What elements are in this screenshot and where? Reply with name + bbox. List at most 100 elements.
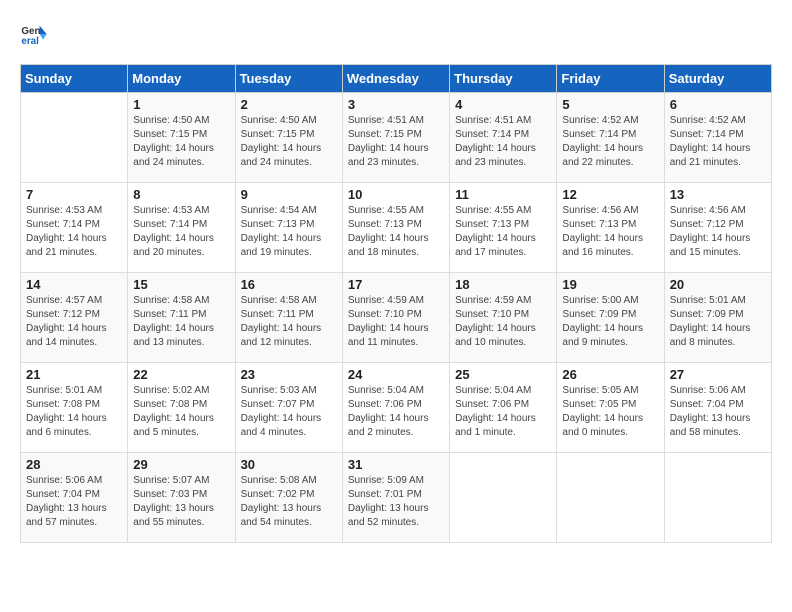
calendar-cell: 4Sunrise: 4:51 AM Sunset: 7:14 PM Daylig… xyxy=(450,93,557,183)
day-number: 5 xyxy=(562,97,658,112)
day-number: 16 xyxy=(241,277,337,292)
day-info: Sunrise: 5:08 AM Sunset: 7:02 PM Dayligh… xyxy=(241,474,337,530)
calendar-cell: 1 Sunrise: 4:50 AM Sunset: 7:15 PM Daylig… xyxy=(128,93,235,183)
calendar-week-row: 28 Sunrise: 5:06 AM Sunset: 7:04 PM Dayli… xyxy=(21,453,772,543)
page-header: Gen eral xyxy=(20,20,772,48)
day-number: 24 xyxy=(348,367,444,382)
day-info: Sunrise: 4:56 AM Sunset: 7:12 PM Dayligh… xyxy=(670,204,766,260)
calendar-cell xyxy=(450,453,557,543)
day-number: 8 xyxy=(133,187,229,202)
day-of-week-header: Wednesday xyxy=(342,65,449,93)
day-info: Sunrise: 5:09 AM Sunset: 7:01 PM Dayligh… xyxy=(348,474,444,530)
calendar-cell: 14 Sunrise: 4:57 AM Sunset: 7:12 PM Dayli… xyxy=(21,273,128,363)
day-number: 31 xyxy=(348,457,444,472)
day-number: 26 xyxy=(562,367,658,382)
calendar-cell xyxy=(21,93,128,183)
day-number: 6 xyxy=(670,97,766,112)
calendar-cell: 12 Sunrise: 4:56 AM Sunset: 7:13 PM Dayli… xyxy=(557,183,664,273)
day-info: Sunrise: 5:01 AM Sunset: 7:09 PM Dayligh… xyxy=(670,294,766,350)
day-number: 3 xyxy=(348,97,444,112)
day-info: Sunrise: 4:51 AM Sunset: 7:15 PM Dayligh… xyxy=(348,114,444,170)
day-number: 15 xyxy=(133,277,229,292)
day-info: Sunrise: 5:03 AM Sunset: 7:07 PM Dayligh… xyxy=(241,384,337,440)
calendar-cell: 26 Sunrise: 5:05 AM Sunset: 7:05 PM Dayli… xyxy=(557,363,664,453)
day-info: Sunrise: 4:53 AM Sunset: 7:14 PM Dayligh… xyxy=(133,204,229,260)
calendar-cell: 30 Sunrise: 5:08 AM Sunset: 7:02 PM Dayli… xyxy=(235,453,342,543)
days-header-row: SundayMondayTuesdayWednesdayThursdayFrid… xyxy=(21,65,772,93)
calendar-week-row: 7 Sunrise: 4:53 AM Sunset: 7:14 PM Daylig… xyxy=(21,183,772,273)
day-info: Sunrise: 4:54 AM Sunset: 7:13 PM Dayligh… xyxy=(241,204,337,260)
day-info: Sunrise: 5:06 AM Sunset: 7:04 PM Dayligh… xyxy=(670,384,766,440)
day-info: Sunrise: 4:55 AM Sunset: 7:13 PM Dayligh… xyxy=(348,204,444,260)
day-info: Sunrise: 4:59 AM Sunset: 7:10 PM Dayligh… xyxy=(348,294,444,350)
day-number: 21 xyxy=(26,367,122,382)
calendar-cell: 10 Sunrise: 4:55 AM Sunset: 7:13 PM Dayli… xyxy=(342,183,449,273)
day-info: Sunrise: 5:01 AM Sunset: 7:08 PM Dayligh… xyxy=(26,384,122,440)
calendar-cell: 28 Sunrise: 5:06 AM Sunset: 7:04 PM Dayli… xyxy=(21,453,128,543)
day-info: Sunrise: 4:56 AM Sunset: 7:13 PM Dayligh… xyxy=(562,204,658,260)
calendar-cell: 8 Sunrise: 4:53 AM Sunset: 7:14 PM Daylig… xyxy=(128,183,235,273)
day-number: 27 xyxy=(670,367,766,382)
calendar-cell: 3 Sunrise: 4:51 AM Sunset: 7:15 PM Daylig… xyxy=(342,93,449,183)
calendar-cell: 6 Sunrise: 4:52 AM Sunset: 7:14 PM Daylig… xyxy=(664,93,771,183)
calendar-cell: 22 Sunrise: 5:02 AM Sunset: 7:08 PM Dayli… xyxy=(128,363,235,453)
calendar-week-row: 21 Sunrise: 5:01 AM Sunset: 7:08 PM Dayli… xyxy=(21,363,772,453)
calendar-cell: 29Sunrise: 5:07 AM Sunset: 7:03 PM Dayli… xyxy=(128,453,235,543)
calendar-cell: 20Sunrise: 5:01 AM Sunset: 7:09 PM Dayli… xyxy=(664,273,771,363)
day-of-week-header: Monday xyxy=(128,65,235,93)
day-number: 2 xyxy=(241,97,337,112)
day-number: 22 xyxy=(133,367,229,382)
day-info: Sunrise: 5:04 AM Sunset: 7:06 PM Dayligh… xyxy=(455,384,551,440)
calendar-cell: 15 Sunrise: 4:58 AM Sunset: 7:11 PM Dayli… xyxy=(128,273,235,363)
day-info: Sunrise: 4:52 AM Sunset: 7:14 PM Dayligh… xyxy=(562,114,658,170)
calendar-week-row: 1 Sunrise: 4:50 AM Sunset: 7:15 PM Daylig… xyxy=(21,93,772,183)
day-number: 18 xyxy=(455,277,551,292)
calendar-cell: 18Sunrise: 4:59 AM Sunset: 7:10 PM Dayli… xyxy=(450,273,557,363)
day-info: Sunrise: 5:06 AM Sunset: 7:04 PM Dayligh… xyxy=(26,474,122,530)
calendar-cell: 24Sunrise: 5:04 AM Sunset: 7:06 PM Dayli… xyxy=(342,363,449,453)
calendar-cell: 21 Sunrise: 5:01 AM Sunset: 7:08 PM Dayli… xyxy=(21,363,128,453)
day-of-week-header: Tuesday xyxy=(235,65,342,93)
svg-text:eral: eral xyxy=(21,36,39,47)
day-info: Sunrise: 4:58 AM Sunset: 7:11 PM Dayligh… xyxy=(241,294,337,350)
logo: Gen eral xyxy=(20,20,52,48)
calendar-cell: 17 Sunrise: 4:59 AM Sunset: 7:10 PM Dayli… xyxy=(342,273,449,363)
calendar-cell xyxy=(557,453,664,543)
calendar-cell: 13 Sunrise: 4:56 AM Sunset: 7:12 PM Dayli… xyxy=(664,183,771,273)
day-info: Sunrise: 4:57 AM Sunset: 7:12 PM Dayligh… xyxy=(26,294,122,350)
calendar-table: SundayMondayTuesdayWednesdayThursdayFrid… xyxy=(20,64,772,543)
day-info: Sunrise: 5:05 AM Sunset: 7:05 PM Dayligh… xyxy=(562,384,658,440)
day-number: 4 xyxy=(455,97,551,112)
day-number: 12 xyxy=(562,187,658,202)
day-of-week-header: Sunday xyxy=(21,65,128,93)
day-number: 7 xyxy=(26,187,122,202)
calendar-cell: 5 Sunrise: 4:52 AM Sunset: 7:14 PM Daylig… xyxy=(557,93,664,183)
day-number: 1 xyxy=(133,97,229,112)
logo-icon: Gen eral xyxy=(20,20,48,48)
calendar-week-row: 14 Sunrise: 4:57 AM Sunset: 7:12 PM Dayli… xyxy=(21,273,772,363)
calendar-cell: 16 Sunrise: 4:58 AM Sunset: 7:11 PM Dayli… xyxy=(235,273,342,363)
day-number: 10 xyxy=(348,187,444,202)
day-number: 28 xyxy=(26,457,122,472)
calendar-cell: 31 Sunrise: 5:09 AM Sunset: 7:01 PM Dayli… xyxy=(342,453,449,543)
day-number: 23 xyxy=(241,367,337,382)
day-info: Sunrise: 4:58 AM Sunset: 7:11 PM Dayligh… xyxy=(133,294,229,350)
calendar-cell: 23 Sunrise: 5:03 AM Sunset: 7:07 PM Dayli… xyxy=(235,363,342,453)
day-info: Sunrise: 5:02 AM Sunset: 7:08 PM Dayligh… xyxy=(133,384,229,440)
day-number: 29 xyxy=(133,457,229,472)
calendar-cell: 11Sunrise: 4:55 AM Sunset: 7:13 PM Dayli… xyxy=(450,183,557,273)
day-info: Sunrise: 4:52 AM Sunset: 7:14 PM Dayligh… xyxy=(670,114,766,170)
calendar-cell: 27 Sunrise: 5:06 AM Sunset: 7:04 PM Dayli… xyxy=(664,363,771,453)
day-of-week-header: Thursday xyxy=(450,65,557,93)
day-number: 13 xyxy=(670,187,766,202)
calendar-cell: 25Sunrise: 5:04 AM Sunset: 7:06 PM Dayli… xyxy=(450,363,557,453)
calendar-cell: 2Sunrise: 4:50 AM Sunset: 7:15 PM Daylig… xyxy=(235,93,342,183)
day-info: Sunrise: 4:53 AM Sunset: 7:14 PM Dayligh… xyxy=(26,204,122,260)
day-number: 9 xyxy=(241,187,337,202)
day-info: Sunrise: 4:50 AM Sunset: 7:15 PM Dayligh… xyxy=(133,114,229,170)
day-of-week-header: Friday xyxy=(557,65,664,93)
day-info: Sunrise: 5:00 AM Sunset: 7:09 PM Dayligh… xyxy=(562,294,658,350)
day-number: 30 xyxy=(241,457,337,472)
day-number: 14 xyxy=(26,277,122,292)
day-number: 17 xyxy=(348,277,444,292)
